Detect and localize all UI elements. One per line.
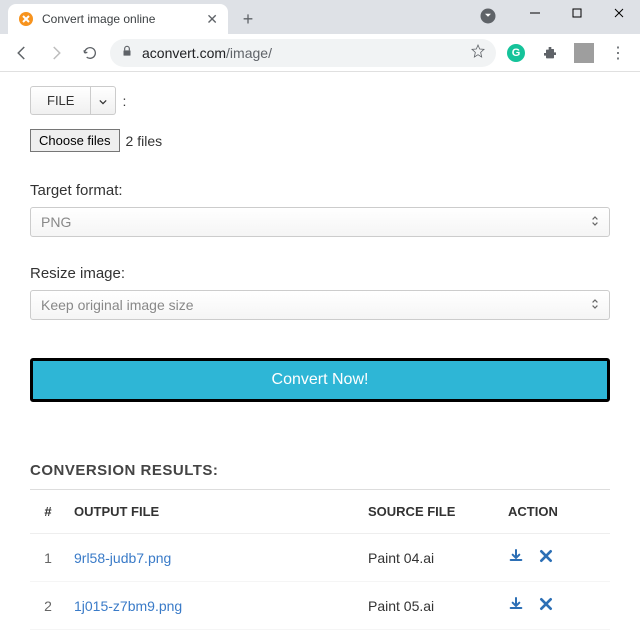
grammarly-extension-icon[interactable]: G [502, 39, 530, 67]
resize-image-value: Keep original image size [41, 297, 194, 313]
output-file-link[interactable]: 9rl58-judb7.png [74, 550, 171, 566]
resize-image-select[interactable]: Keep original image size [30, 290, 610, 320]
browser-titlebar: Convert image online ✕ + [0, 0, 640, 34]
files-selected-label: 2 files [126, 133, 163, 149]
download-icon[interactable] [508, 596, 524, 615]
browser-tab[interactable]: Convert image online ✕ [8, 4, 228, 34]
minimize-button[interactable] [514, 0, 556, 26]
extensions-icon[interactable] [536, 39, 564, 67]
col-output: OUTPUT FILE [66, 490, 360, 534]
col-num: # [30, 490, 66, 534]
page-scroll-area[interactable]: FILE : Choose files 2 files Target forma… [0, 72, 640, 642]
select-caret-icon [591, 297, 599, 313]
close-tab-icon[interactable]: ✕ [206, 11, 218, 28]
file-colon-label: : [122, 93, 126, 109]
source-file-cell: Paint 04.ai [360, 534, 500, 582]
convert-now-button[interactable]: Convert Now! [30, 358, 610, 402]
row-number: 2 [30, 582, 66, 630]
favicon-icon [18, 11, 34, 27]
choose-files-row: Choose files 2 files [30, 129, 610, 152]
table-row: 1 9rl58-judb7.png Paint 04.ai [30, 534, 610, 582]
window-controls [514, 0, 640, 26]
results-table: # OUTPUT FILE SOURCE FILE ACTION 1 9rl58-… [30, 490, 610, 630]
action-cell [500, 582, 610, 630]
back-button[interactable] [8, 39, 36, 67]
action-cell [500, 534, 610, 582]
choose-files-button[interactable]: Choose files [30, 129, 120, 152]
profile-indicator-icon[interactable] [476, 4, 500, 28]
file-source-dropdown[interactable] [91, 86, 116, 115]
output-file-link[interactable]: 1j015-z7bm9.png [74, 598, 182, 614]
delete-icon[interactable] [538, 548, 554, 567]
output-file-cell: 1j015-z7bm9.png [66, 582, 360, 630]
download-icon[interactable] [508, 548, 524, 567]
maximize-button[interactable] [556, 0, 598, 26]
browser-toolbar: aconvert.com/image/ G ⋮ [0, 34, 640, 72]
profile-button[interactable] [570, 39, 598, 67]
close-window-button[interactable] [598, 0, 640, 26]
target-format-value: PNG [41, 214, 71, 230]
col-action: ACTION [500, 490, 610, 534]
chevron-down-icon [99, 99, 107, 105]
url-text: aconvert.com/image/ [142, 45, 272, 61]
file-source-button[interactable]: FILE [30, 86, 91, 115]
bookmark-icon[interactable] [470, 43, 486, 62]
new-tab-button[interactable]: + [234, 5, 262, 33]
results-heading: CONVERSION RESULTS: [30, 462, 610, 490]
lock-icon [120, 44, 134, 61]
tab-title: Convert image online [42, 12, 155, 26]
forward-button[interactable] [42, 39, 70, 67]
browser-menu-button[interactable]: ⋮ [604, 39, 632, 67]
output-file-cell: 9rl58-judb7.png [66, 534, 360, 582]
source-file-cell: Paint 05.ai [360, 582, 500, 630]
page-content: FILE : Choose files 2 files Target forma… [0, 72, 640, 642]
address-bar[interactable]: aconvert.com/image/ [110, 39, 496, 67]
row-number: 1 [30, 534, 66, 582]
select-caret-icon [591, 214, 599, 230]
target-format-label: Target format: [30, 182, 610, 199]
table-row: 2 1j015-z7bm9.png Paint 05.ai [30, 582, 610, 630]
resize-image-label: Resize image: [30, 265, 610, 282]
target-format-select[interactable]: PNG [30, 207, 610, 237]
file-source-row: FILE : [30, 86, 610, 115]
col-source: SOURCE FILE [360, 490, 500, 534]
reload-button[interactable] [76, 39, 104, 67]
delete-icon[interactable] [538, 596, 554, 615]
